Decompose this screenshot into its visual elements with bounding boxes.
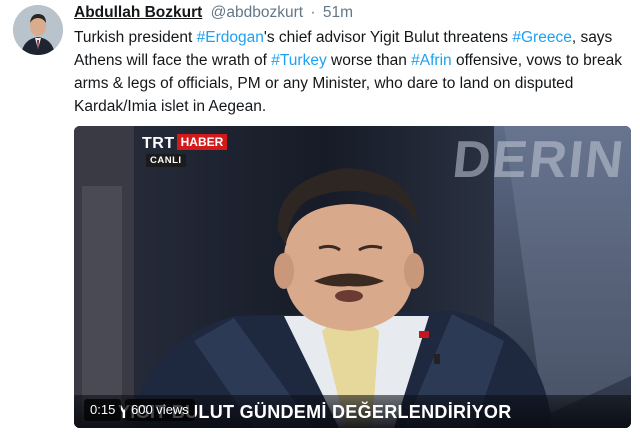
hashtag-greece[interactable]: #Greece xyxy=(512,29,571,46)
tweet-timestamp[interactable]: 51m xyxy=(323,4,353,21)
tweet-text-part: 's chief advisor Yigit Bulut threatens xyxy=(263,29,513,46)
channel-logo: TRT HABER CANLI xyxy=(142,134,228,167)
logo-haber: HABER xyxy=(176,134,228,150)
hashtag-afrin[interactable]: #Afrin xyxy=(411,52,452,69)
video-view-count: 600 views xyxy=(125,399,195,421)
live-badge: CANLI xyxy=(146,154,186,167)
header-separator: · xyxy=(310,4,316,21)
tweet-text-part: worse than xyxy=(326,52,412,69)
logo-trt: TRT xyxy=(142,135,175,152)
video-player[interactable]: DERIN TRT HABER CANLI YIGIT BULUT GÜNDEMİ… xyxy=(74,126,631,428)
studio-background-text: DERIN xyxy=(450,131,629,189)
tweet[interactable]: Abdullah Bozkurt @abdbozkurt · 51m Turki… xyxy=(0,0,640,439)
avatar[interactable] xyxy=(13,5,63,55)
tweet-text: Turkish president #Erdogan's chief advis… xyxy=(74,26,630,118)
avatar-image xyxy=(13,5,63,55)
hashtag-erdogan[interactable]: #Erdogan xyxy=(197,29,264,46)
author-handle[interactable]: @abdbozkurt xyxy=(211,4,303,21)
author-name[interactable]: Abdullah Bozkurt xyxy=(74,4,202,21)
hashtag-turkey[interactable]: #Turkey xyxy=(271,52,326,69)
tweet-text-part: Turkish president xyxy=(74,29,197,46)
video-duration: 0:15 xyxy=(84,399,122,421)
tweet-header: Abdullah Bozkurt @abdbozkurt · 51m xyxy=(74,4,353,22)
